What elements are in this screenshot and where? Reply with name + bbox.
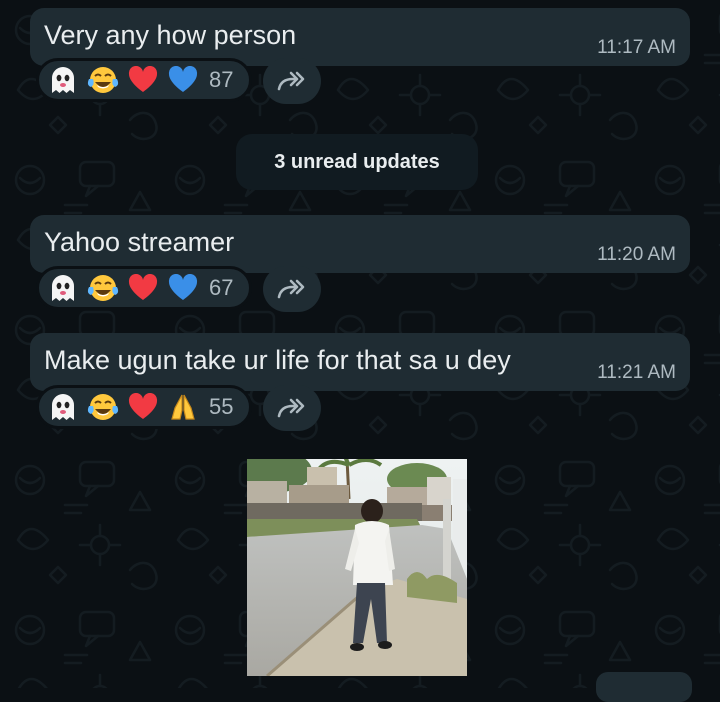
message-text: Very any how person	[44, 20, 297, 50]
blue-heart-icon	[165, 64, 201, 96]
reaction-count: 67	[209, 275, 234, 300]
reactions-bar[interactable]: 87	[36, 58, 252, 102]
red-heart-icon	[125, 64, 161, 96]
street-photo	[247, 459, 467, 676]
message-time: 11:17 AM	[597, 37, 676, 58]
forward-icon	[277, 279, 305, 299]
reactions-bar[interactable]: 67	[36, 266, 252, 310]
red-heart-icon	[125, 272, 161, 304]
forward-button[interactable]	[263, 385, 321, 431]
message-bubble[interactable]: Yahoo streamer 11:20 AM	[30, 215, 690, 273]
ghost-icon	[45, 272, 81, 304]
photo-message[interactable]	[247, 459, 467, 676]
forward-icon	[277, 71, 305, 91]
message-text: Yahoo streamer	[44, 227, 235, 257]
ghost-icon	[45, 64, 81, 96]
tears-of-joy-icon	[85, 64, 121, 96]
message-bubble[interactable]: Make ugun take ur life for that sa u dey…	[30, 333, 690, 391]
folded-hands-icon	[165, 391, 201, 423]
forward-button[interactable]	[263, 58, 321, 104]
tears-of-joy-icon	[85, 391, 121, 423]
unread-updates-divider: 3 unread updates	[236, 134, 478, 190]
message-bubble-partial	[596, 672, 692, 702]
tears-of-joy-icon	[85, 272, 121, 304]
message-text: Make ugun take ur life for that sa u dey	[44, 345, 511, 375]
reactions-bar[interactable]: 55	[36, 385, 252, 429]
message-time: 11:21 AM	[597, 362, 676, 383]
red-heart-icon	[125, 391, 161, 423]
message-time: 11:20 AM	[597, 244, 676, 265]
reaction-count: 87	[209, 67, 234, 92]
forward-icon	[277, 398, 305, 418]
reaction-count: 55	[209, 394, 234, 419]
blue-heart-icon	[165, 272, 201, 304]
ghost-icon	[45, 391, 81, 423]
forward-button[interactable]	[263, 266, 321, 312]
